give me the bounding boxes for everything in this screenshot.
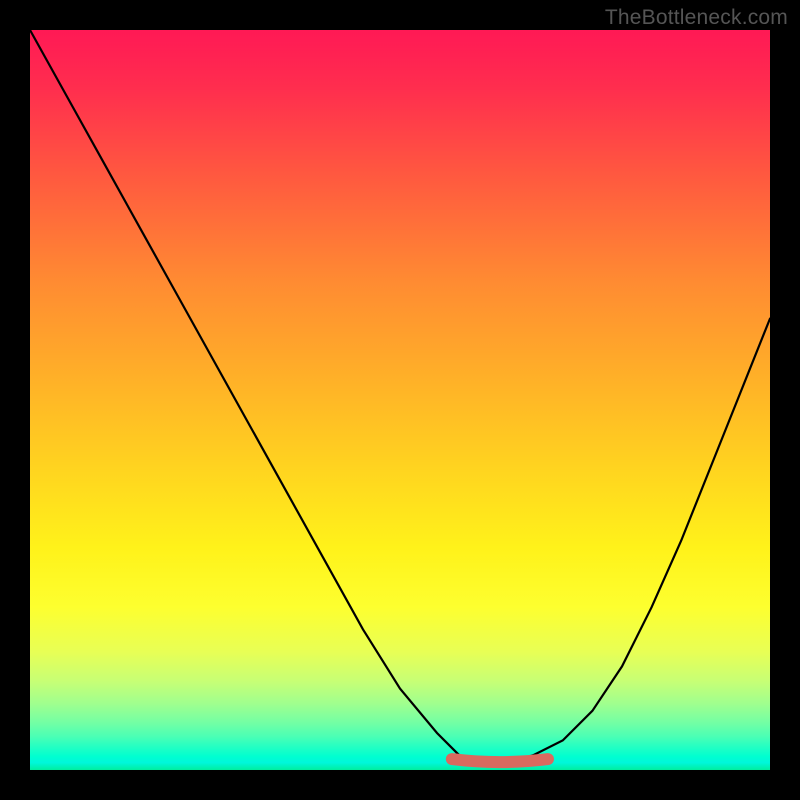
watermark-text: TheBottleneck.com [605, 6, 788, 30]
plot-area [30, 30, 770, 770]
curve-svg [30, 30, 770, 770]
chart-frame: TheBottleneck.com [0, 0, 800, 800]
optimal-trough [452, 759, 548, 762]
bottleneck-curve [30, 30, 770, 763]
